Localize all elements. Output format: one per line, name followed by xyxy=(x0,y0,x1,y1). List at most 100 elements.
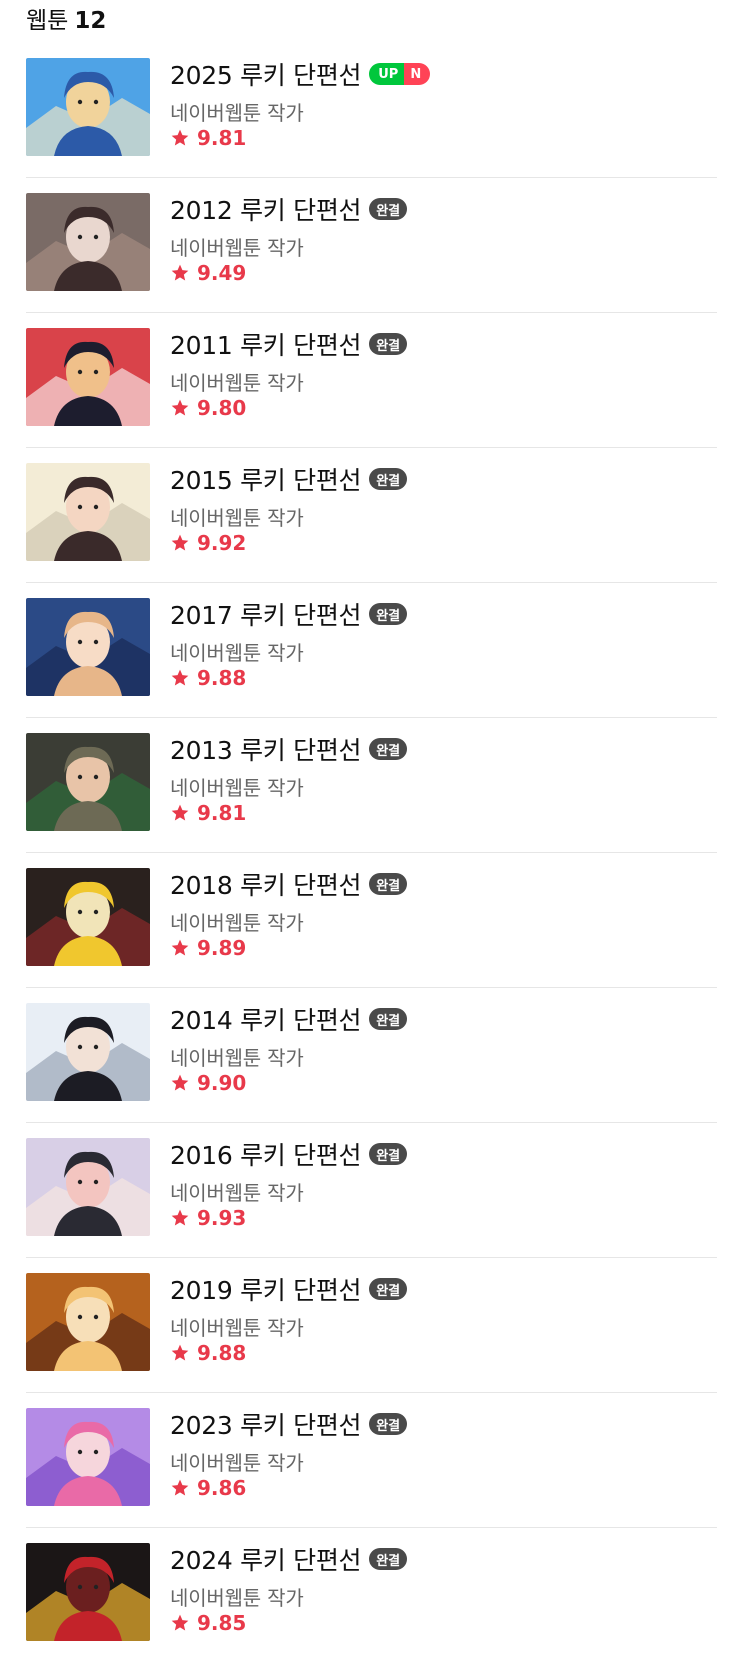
update-badge-group: UP N xyxy=(369,63,431,85)
webtoon-author: 네이버웹툰 작가 xyxy=(170,1586,304,1610)
webtoon-list-item[interactable]: 2012 루키 단편선 완결 네이버웹툰 작가 9.49 xyxy=(0,178,743,313)
webtoon-rating: 9.88 xyxy=(170,1340,246,1366)
webtoon-thumbnail[interactable] xyxy=(26,1543,150,1641)
webtoon-thumbnail[interactable] xyxy=(26,1273,150,1371)
webtoon-thumbnail[interactable] xyxy=(26,598,150,696)
completed-badge: 완결 xyxy=(369,1548,408,1570)
section-header: 웹툰 12 xyxy=(26,6,106,36)
completed-badge: 완결 xyxy=(369,738,408,760)
webtoon-rating: 9.49 xyxy=(170,260,246,286)
webtoon-list: 2025 루키 단편선 UP N 네이버웹툰 작가 9.81 2012 루키 단편선 완결 네… xyxy=(0,43,743,1663)
star-icon xyxy=(171,129,189,146)
completed-badge: 완결 xyxy=(369,1278,408,1300)
star-icon xyxy=(171,534,189,551)
title-line: 2023 루키 단편선 완결 xyxy=(170,1406,408,1442)
webtoon-title[interactable]: 2016 루키 단편선 xyxy=(170,1136,362,1172)
webtoon-section: 웹툰 12 2025 루키 단편선 UP N 네이버웹툰 작가 9.81 2012 루키 단… xyxy=(0,0,743,1670)
rating-value: 9.81 xyxy=(197,801,247,825)
star-icon xyxy=(171,399,189,416)
webtoon-author: 네이버웹툰 작가 xyxy=(170,641,304,665)
webtoon-thumbnail[interactable] xyxy=(26,733,150,831)
webtoon-author: 네이버웹툰 작가 xyxy=(170,911,304,935)
webtoon-title[interactable]: 2023 루키 단편선 xyxy=(170,1406,362,1442)
webtoon-title[interactable]: 2012 루키 단편선 xyxy=(170,191,362,227)
webtoon-title[interactable]: 2025 루키 단편선 xyxy=(170,56,362,92)
rating-value: 9.86 xyxy=(197,1476,247,1500)
webtoon-thumbnail[interactable] xyxy=(26,328,150,426)
webtoon-author: 네이버웹툰 작가 xyxy=(170,1046,304,1070)
webtoon-rating: 9.92 xyxy=(170,530,246,556)
new-badge: N xyxy=(404,63,431,85)
title-line: 2012 루키 단편선 완결 xyxy=(170,191,408,227)
webtoon-list-item[interactable]: 2016 루키 단편선 완결네이버웹툰 작가 9.93 xyxy=(0,1123,743,1258)
webtoon-author: 네이버웹툰 작가 xyxy=(170,1451,304,1475)
webtoon-title[interactable]: 2018 루키 단편선 xyxy=(170,866,362,902)
rating-value: 9.92 xyxy=(197,531,247,555)
star-icon xyxy=(171,669,189,686)
title-line: 2019 루키 단편선 완결 xyxy=(170,1271,408,1307)
completed-badge: 완결 xyxy=(369,198,408,220)
webtoon-rating: 9.85 xyxy=(170,1610,246,1636)
title-line: 2011 루키 단편선 완결 xyxy=(170,326,408,362)
rating-value: 9.85 xyxy=(197,1611,247,1635)
webtoon-thumbnail[interactable] xyxy=(26,463,150,561)
star-icon xyxy=(171,1479,189,1496)
completed-badge: 완결 xyxy=(369,1008,408,1030)
rating-value: 9.88 xyxy=(197,1341,247,1365)
completed-badge: 완결 xyxy=(369,873,408,895)
webtoon-list-item[interactable]: 2018 루키 단편선 완결네이버웹툰 작가 9.89 xyxy=(0,853,743,988)
title-line: 2018 루키 단편선 완결 xyxy=(170,866,408,902)
completed-badge: 완결 xyxy=(369,603,408,625)
rating-value: 9.81 xyxy=(197,126,247,150)
webtoon-rating: 9.86 xyxy=(170,1475,246,1501)
webtoon-title[interactable]: 2017 루키 단편선 xyxy=(170,596,362,632)
webtoon-title[interactable]: 2015 루키 단편선 xyxy=(170,461,362,497)
star-icon xyxy=(171,1074,189,1091)
webtoon-title[interactable]: 2024 루키 단편선 xyxy=(170,1541,362,1577)
webtoon-list-item[interactable]: 2014 루키 단편선 완결네이버웹툰 작가 9.90 xyxy=(0,988,743,1123)
webtoon-list-item[interactable]: 2019 루키 단편선 완결네이버웹툰 작가 9.88 xyxy=(0,1258,743,1393)
title-line: 2024 루키 단편선 완결 xyxy=(170,1541,408,1577)
webtoon-list-item[interactable]: 2017 루키 단편선 완결네이버웹툰 작가 9.88 xyxy=(0,583,743,718)
webtoon-rating: 9.89 xyxy=(170,935,246,961)
up-badge: UP xyxy=(369,63,405,85)
webtoon-title[interactable]: 2019 루키 단편선 xyxy=(170,1271,362,1307)
rating-value: 9.88 xyxy=(197,666,247,690)
star-icon xyxy=(171,264,189,281)
webtoon-rating: 9.81 xyxy=(170,125,246,151)
webtoon-thumbnail[interactable] xyxy=(26,1408,150,1506)
title-line: 2015 루키 단편선 완결 xyxy=(170,461,408,497)
webtoon-list-item[interactable]: 2024 루키 단편선 완결네이버웹툰 작가 9.85 xyxy=(0,1528,743,1663)
rating-value: 9.93 xyxy=(197,1206,247,1230)
webtoon-rating: 9.90 xyxy=(170,1070,246,1096)
webtoon-thumbnail[interactable] xyxy=(26,1138,150,1236)
webtoon-thumbnail[interactable] xyxy=(26,58,150,156)
star-icon xyxy=(171,939,189,956)
webtoon-title[interactable]: 2013 루키 단편선 xyxy=(170,731,362,767)
webtoon-rating: 9.93 xyxy=(170,1205,246,1231)
webtoon-author: 네이버웹툰 작가 xyxy=(170,506,304,530)
webtoon-thumbnail[interactable] xyxy=(26,1003,150,1101)
star-icon xyxy=(171,804,189,821)
webtoon-list-item[interactable]: 2025 루키 단편선 UP N 네이버웹툰 작가 9.81 xyxy=(0,43,743,178)
webtoon-author: 네이버웹툰 작가 xyxy=(170,1181,304,1205)
webtoon-author: 네이버웹툰 작가 xyxy=(170,1316,304,1340)
webtoon-title[interactable]: 2011 루키 단편선 xyxy=(170,326,362,362)
webtoon-thumbnail[interactable] xyxy=(26,193,150,291)
completed-badge: 완결 xyxy=(369,333,408,355)
webtoon-title[interactable]: 2014 루키 단편선 xyxy=(170,1001,362,1037)
webtoon-list-item[interactable]: 2013 루키 단편선 완결네이버웹툰 작가 9.81 xyxy=(0,718,743,853)
star-icon xyxy=(171,1614,189,1631)
webtoon-list-item[interactable]: 2023 루키 단편선 완결네이버웹툰 작가 9.86 xyxy=(0,1393,743,1528)
section-label: 웹툰 xyxy=(26,8,69,34)
webtoon-list-item[interactable]: 2015 루키 단편선 완결네이버웹툰 작가 9.92 xyxy=(0,448,743,583)
completed-badge: 완결 xyxy=(369,1143,408,1165)
completed-badge: 완결 xyxy=(369,468,408,490)
star-icon xyxy=(171,1344,189,1361)
webtoon-rating: 9.81 xyxy=(170,800,246,826)
webtoon-thumbnail[interactable] xyxy=(26,868,150,966)
title-line: 2025 루키 단편선 UP N xyxy=(170,56,431,92)
webtoon-author: 네이버웹툰 작가 xyxy=(170,776,304,800)
title-line: 2016 루키 단편선 완결 xyxy=(170,1136,408,1172)
webtoon-list-item[interactable]: 2011 루키 단편선 완결 네이버웹툰 작가 9.80 xyxy=(0,313,743,448)
